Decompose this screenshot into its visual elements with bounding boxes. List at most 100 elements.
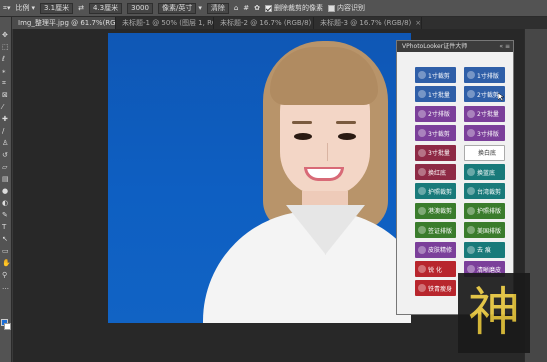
plugin-button-icon — [418, 284, 426, 293]
plugin-button[interactable]: 2寸排版 — [415, 105, 456, 122]
eyedropper-tool-icon[interactable]: ⁄ — [2, 103, 10, 111]
plugin-button-icon — [418, 187, 426, 196]
plugin-button-label: 签证排版 — [428, 227, 453, 235]
lasso-tool-icon[interactable]: ℓ — [2, 55, 10, 63]
resolution-unit-dropdown[interactable]: 像素/英寸 ▾ — [157, 2, 202, 14]
watermark-logo: 神 — [458, 273, 530, 353]
settings-icon[interactable]: ✿ — [254, 3, 260, 14]
photo-canvas[interactable] — [108, 33, 411, 323]
plugin-button[interactable]: 3寸排版 — [464, 125, 505, 142]
ratio-dropdown[interactable]: 比例 ▾ — [15, 3, 35, 14]
plugin-button[interactable]: 护照排版 — [464, 202, 505, 219]
plugin-button[interactable]: 去 痕 — [464, 241, 505, 258]
clear-button[interactable]: 清除 — [206, 2, 229, 14]
portrait-collar-left — [286, 205, 326, 255]
close-icon[interactable]: × — [415, 19, 421, 27]
move-tool-icon[interactable]: ✥ — [2, 31, 10, 39]
tab-label: 未标题-3 @ 16.7% (RGB/8) — [320, 19, 412, 27]
plugin-button-icon — [418, 168, 426, 176]
plugin-button-icon — [467, 187, 475, 196]
plugin-button[interactable]: 皮肤精修 — [415, 241, 456, 258]
tab-document-1[interactable]: Img_整理平.jpg @ 61.7%(RGB/8)*× — [12, 17, 116, 29]
tab-document-3[interactable]: 未标题-2 @ 16.7% (RGB/8)× — [214, 17, 314, 29]
panel-menu-icon[interactable]: « ≡ — [499, 41, 510, 52]
plugin-button-icon — [418, 148, 426, 157]
plugin-button-label: 3寸裁剪 — [428, 130, 450, 138]
plugin-button[interactable]: 2寸批量 — [464, 105, 505, 122]
plugin-button-icon — [418, 226, 426, 235]
height-field[interactable]: 4.3厘米 — [89, 2, 123, 14]
delete-cropped-option[interactable]: 删除裁剪的像素 — [265, 3, 323, 14]
plugin-button-icon — [467, 168, 475, 176]
resolution-unit: 像素/英寸 — [157, 2, 197, 14]
zoom-tool-icon[interactable]: ⚲ — [2, 271, 10, 279]
background-color-swatch[interactable] — [4, 323, 11, 330]
tab-document-2[interactable]: 未标题-1 @ 50% (图层 1, RGB/8)× — [116, 17, 214, 29]
plugin-button-icon — [418, 90, 426, 99]
brush-tool-icon[interactable]: / — [2, 127, 10, 135]
portrait-brow-left — [292, 121, 312, 124]
plugin-button-icon — [418, 206, 426, 215]
more-tools-icon[interactable]: … — [2, 283, 10, 291]
clone-stamp-tool-icon[interactable]: ♙ — [2, 139, 10, 147]
content-aware-checkbox[interactable] — [328, 4, 336, 12]
plugin-button-label: 护照裁剪 — [428, 188, 453, 196]
plugin-button-label: 港澳裁剪 — [428, 208, 453, 216]
plugin-button[interactable]: 换蓝底 — [464, 164, 505, 180]
tab-label: 未标题-1 @ 50% (图层 1, RGB/8) — [122, 19, 213, 27]
content-aware-option[interactable]: 内容识别 — [328, 3, 365, 14]
plugin-button[interactable]: 1寸批量 — [415, 86, 456, 103]
width-field[interactable]: 3.1厘米 — [39, 2, 74, 14]
rectangle-tool-icon[interactable]: ▭ — [2, 247, 10, 255]
plugin-button[interactable]: 1寸排版 — [464, 67, 505, 83]
plugin-button[interactable]: 签证排版 — [415, 222, 456, 239]
plugin-button[interactable]: 3寸批量 — [415, 144, 456, 161]
blur-tool-icon[interactable]: ● — [2, 187, 10, 195]
plugin-button-label: 1寸批量 — [428, 91, 450, 99]
dodge-tool-icon[interactable]: ◐ — [2, 199, 10, 207]
swap-icon[interactable]: ⇄ — [78, 3, 84, 14]
watermark-char: 神 — [467, 283, 520, 343]
magic-wand-tool-icon[interactable]: ⁎ — [2, 67, 10, 75]
pen-tool-icon[interactable]: ✎ — [2, 211, 10, 219]
plugin-button[interactable]: 换白底 — [464, 144, 505, 161]
marquee-tool-icon[interactable]: ⬚ — [2, 43, 10, 51]
plugin-button[interactable]: 锐 化 — [415, 261, 456, 277]
plugin-button[interactable]: 台湾裁剪 — [464, 183, 505, 200]
portrait-nose — [322, 143, 328, 161]
plugin-button-label: 换红底 — [428, 169, 447, 177]
document-tabs: Img_整理平.jpg @ 61.7%(RGB/8)*× 未标题-1 @ 50%… — [12, 17, 547, 29]
plugin-button[interactable]: 港澳裁剪 — [415, 202, 456, 219]
plugin-button-icon — [418, 129, 426, 138]
plugin-title-text: VPhotoLooker证件大师 — [402, 43, 468, 50]
plugin-button[interactable]: 3寸裁剪 — [415, 125, 456, 142]
plugin-button[interactable]: 美国排版 — [464, 222, 505, 239]
delete-cropped-label: 删除裁剪的像素 — [274, 4, 324, 12]
plugin-button[interactable]: 铁青瘦身 — [415, 280, 456, 297]
type-tool-icon[interactable]: T — [2, 223, 10, 231]
path-selection-tool-icon[interactable]: ↖ — [2, 235, 10, 243]
hand-tool-icon[interactable]: ✋ — [2, 259, 11, 267]
crop-tool-icon[interactable]: ⌗ — [2, 79, 10, 87]
grid-overlay-icon[interactable]: # — [243, 3, 249, 14]
plugin-button-icon — [418, 71, 426, 79]
plugin-button-icon — [467, 245, 475, 254]
tab-document-4[interactable]: 未标题-3 @ 16.7% (RGB/8) × — [314, 17, 422, 29]
eraser-tool-icon[interactable]: ▱ — [2, 163, 10, 171]
plugin-button-icon — [468, 148, 476, 157]
history-brush-tool-icon[interactable]: ↺ — [2, 151, 10, 159]
healing-brush-tool-icon[interactable]: ✚ — [2, 115, 10, 123]
plugin-button-label: 1寸排版 — [477, 72, 499, 80]
straighten-icon[interactable]: ⌂ — [234, 3, 238, 14]
plugin-button-label: 去 痕 — [477, 247, 491, 255]
plugin-button[interactable]: 1寸裁剪 — [415, 67, 456, 83]
delete-cropped-checkbox[interactable] — [265, 4, 273, 12]
plugin-button-icon — [467, 226, 475, 235]
frame-tool-icon[interactable]: ⊠ — [2, 91, 10, 99]
plugin-button[interactable]: 护照裁剪 — [415, 183, 456, 200]
resolution-field[interactable]: 3000 — [127, 2, 153, 14]
crop-tool-icon[interactable]: ⌗▾ — [3, 3, 10, 14]
plugin-button-label: 换蓝底 — [477, 169, 496, 177]
plugin-button[interactable]: 换红底 — [415, 164, 456, 180]
gradient-tool-icon[interactable]: ▤ — [2, 175, 10, 183]
